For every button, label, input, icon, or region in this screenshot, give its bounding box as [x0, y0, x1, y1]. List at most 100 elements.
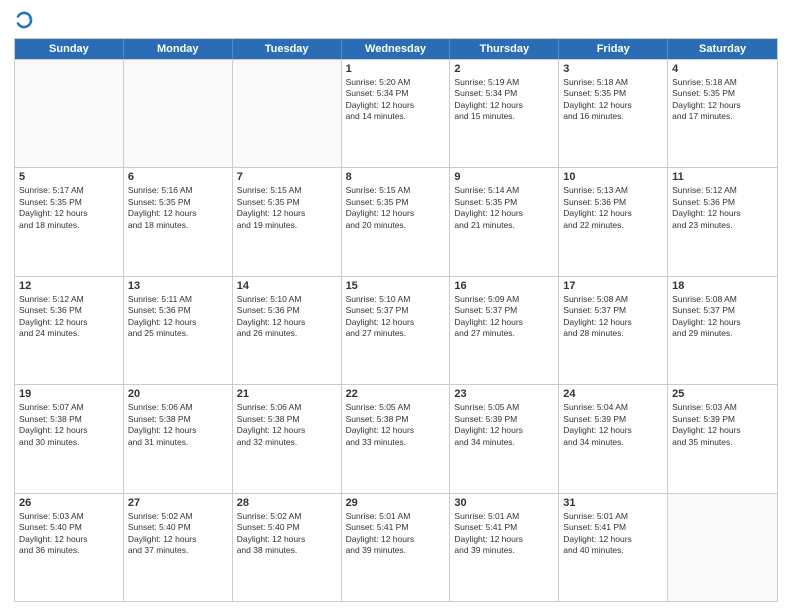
day-info: Sunrise: 5:13 AM Sunset: 5:36 PM Dayligh… — [563, 185, 663, 231]
calendar-day-13: 13Sunrise: 5:11 AM Sunset: 5:36 PM Dayli… — [124, 277, 233, 384]
calendar-body: 1Sunrise: 5:20 AM Sunset: 5:34 PM Daylig… — [15, 59, 777, 601]
calendar-day-2: 2 Sunrise: 5:19 AM Sunset: 5:34 PM Daylig… — [450, 60, 559, 167]
day-info: Sunrise: 5:02 AM Sunset: 5:40 PM Dayligh… — [237, 511, 337, 557]
day-number: 9 — [454, 171, 554, 183]
calendar-day-22: 22 Sunrise: 5:05 AM Sunset: 5:38 PM Dayli… — [342, 385, 451, 492]
day-info: Sunrise: 5:09 AM Sunset: 5:37 PM Dayligh… — [454, 294, 554, 340]
day-info: Sunrise: 5:01 AM Sunset: 5:41 PM Dayligh… — [454, 511, 554, 557]
day-number: 20 — [128, 388, 228, 400]
calendar-day-10: 10 Sunrise: 5:13 AM Sunset: 5:36 PM Dayli… — [559, 168, 668, 275]
calendar-day-7: 7 Sunrise: 5:15 AM Sunset: 5:35 PM Daylig… — [233, 168, 342, 275]
day-info: Sunrise: 5:16 AM Sunset: 5:35 PM Dayligh… — [128, 185, 228, 231]
calendar-day-4: 4 Sunrise: 5:18 AM Sunset: 5:35 PM Daylig… — [668, 60, 777, 167]
day-number: 27 — [128, 497, 228, 509]
day-info: Sunrise: 5:08 AM Sunset: 5:37 PM Dayligh… — [672, 294, 773, 340]
calendar-row-5: 26 Sunrise: 5:03 AM Sunset: 5:40 PM Dayli… — [15, 493, 777, 601]
calendar-day-15: 15 Sunrise: 5:10 AM Sunset: 5:37 PM Dayli… — [342, 277, 451, 384]
day-number: 24 — [563, 388, 663, 400]
day-info: Sunrise: 5:15 AM Sunset: 5:35 PM Dayligh… — [237, 185, 337, 231]
calendar-day-20: 20 Sunrise: 5:06 AM Sunset: 5:38 PM Dayli… — [124, 385, 233, 492]
day-number: 8 — [346, 171, 446, 183]
day-number: 11 — [672, 171, 773, 183]
calendar-row-3: 12 Sunrise: 5:12 AM Sunset: 5:36 PM Dayli… — [15, 276, 777, 384]
day-number: 6 — [128, 171, 228, 183]
weekday-header-monday: Monday — [124, 39, 233, 59]
weekday-header-wednesday: Wednesday — [342, 39, 451, 59]
calendar-header: SundayMondayTuesdayWednesdayThursdayFrid… — [15, 39, 777, 59]
calendar-day-1: 1Sunrise: 5:20 AM Sunset: 5:34 PM Daylig… — [342, 60, 451, 167]
day-info: Sunrise: 5:12 AM Sunset: 5:36 PM Dayligh… — [672, 185, 773, 231]
day-info: Sunrise: 5:12 AM Sunset: 5:36 PM Dayligh… — [19, 294, 119, 340]
calendar-day-17: 17Sunrise: 5:08 AM Sunset: 5:37 PM Dayli… — [559, 277, 668, 384]
day-info: Sunrise: 5:06 AM Sunset: 5:38 PM Dayligh… — [237, 402, 337, 448]
calendar-day-19: 19Sunrise: 5:07 AM Sunset: 5:38 PM Dayli… — [15, 385, 124, 492]
day-number: 26 — [19, 497, 119, 509]
weekday-header-sunday: Sunday — [15, 39, 124, 59]
day-info: Sunrise: 5:06 AM Sunset: 5:38 PM Dayligh… — [128, 402, 228, 448]
day-number: 12 — [19, 280, 119, 292]
day-info: Sunrise: 5:19 AM Sunset: 5:34 PM Dayligh… — [454, 77, 554, 123]
day-number: 31 — [563, 497, 663, 509]
day-number: 1 — [346, 63, 446, 75]
day-number: 15 — [346, 280, 446, 292]
calendar-day-26: 26 Sunrise: 5:03 AM Sunset: 5:40 PM Dayli… — [15, 494, 124, 601]
calendar-row-2: 5 Sunrise: 5:17 AM Sunset: 5:35 PM Daylig… — [15, 167, 777, 275]
day-number: 16 — [454, 280, 554, 292]
calendar: SundayMondayTuesdayWednesdayThursdayFrid… — [14, 38, 778, 602]
day-info: Sunrise: 5:08 AM Sunset: 5:37 PM Dayligh… — [563, 294, 663, 340]
day-info: Sunrise: 5:03 AM Sunset: 5:39 PM Dayligh… — [672, 402, 773, 448]
day-info: Sunrise: 5:03 AM Sunset: 5:40 PM Dayligh… — [19, 511, 119, 557]
day-number: 22 — [346, 388, 446, 400]
day-number: 28 — [237, 497, 337, 509]
day-info: Sunrise: 5:17 AM Sunset: 5:35 PM Dayligh… — [19, 185, 119, 231]
weekday-header-saturday: Saturday — [668, 39, 777, 59]
calendar-day-3: 3 Sunrise: 5:18 AM Sunset: 5:35 PM Daylig… — [559, 60, 668, 167]
calendar-day-14: 14Sunrise: 5:10 AM Sunset: 5:36 PM Dayli… — [233, 277, 342, 384]
calendar-day-25: 25Sunrise: 5:03 AM Sunset: 5:39 PM Dayli… — [668, 385, 777, 492]
day-info: Sunrise: 5:01 AM Sunset: 5:41 PM Dayligh… — [346, 511, 446, 557]
day-info: Sunrise: 5:18 AM Sunset: 5:35 PM Dayligh… — [563, 77, 663, 123]
day-info: Sunrise: 5:15 AM Sunset: 5:35 PM Dayligh… — [346, 185, 446, 231]
calendar-day-8: 8 Sunrise: 5:15 AM Sunset: 5:35 PM Daylig… — [342, 168, 451, 275]
day-info: Sunrise: 5:10 AM Sunset: 5:37 PM Dayligh… — [346, 294, 446, 340]
day-info: Sunrise: 5:07 AM Sunset: 5:38 PM Dayligh… — [19, 402, 119, 448]
day-number: 5 — [19, 171, 119, 183]
day-number: 10 — [563, 171, 663, 183]
calendar-day-24: 24 Sunrise: 5:04 AM Sunset: 5:39 PM Dayli… — [559, 385, 668, 492]
calendar-day-18: 18 Sunrise: 5:08 AM Sunset: 5:37 PM Dayli… — [668, 277, 777, 384]
day-info: Sunrise: 5:05 AM Sunset: 5:38 PM Dayligh… — [346, 402, 446, 448]
calendar-day-31: 31Sunrise: 5:01 AM Sunset: 5:41 PM Dayli… — [559, 494, 668, 601]
day-number: 18 — [672, 280, 773, 292]
calendar-day-11: 11 Sunrise: 5:12 AM Sunset: 5:36 PM Dayli… — [668, 168, 777, 275]
logo-icon — [14, 10, 34, 30]
day-info: Sunrise: 5:05 AM Sunset: 5:39 PM Dayligh… — [454, 402, 554, 448]
calendar-row-1: 1Sunrise: 5:20 AM Sunset: 5:34 PM Daylig… — [15, 59, 777, 167]
day-number: 21 — [237, 388, 337, 400]
day-info: Sunrise: 5:10 AM Sunset: 5:36 PM Dayligh… — [237, 294, 337, 340]
weekday-header-tuesday: Tuesday — [233, 39, 342, 59]
page: SundayMondayTuesdayWednesdayThursdayFrid… — [0, 0, 792, 612]
calendar-empty-cell — [668, 494, 777, 601]
calendar-empty-cell — [124, 60, 233, 167]
calendar-day-12: 12 Sunrise: 5:12 AM Sunset: 5:36 PM Dayli… — [15, 277, 124, 384]
calendar-day-30: 30Sunrise: 5:01 AM Sunset: 5:41 PM Dayli… — [450, 494, 559, 601]
day-number: 7 — [237, 171, 337, 183]
day-number: 3 — [563, 63, 663, 75]
day-info: Sunrise: 5:18 AM Sunset: 5:35 PM Dayligh… — [672, 77, 773, 123]
day-number: 2 — [454, 63, 554, 75]
day-info: Sunrise: 5:04 AM Sunset: 5:39 PM Dayligh… — [563, 402, 663, 448]
day-number: 13 — [128, 280, 228, 292]
calendar-day-27: 27Sunrise: 5:02 AM Sunset: 5:40 PM Dayli… — [124, 494, 233, 601]
day-number: 23 — [454, 388, 554, 400]
day-number: 29 — [346, 497, 446, 509]
calendar-day-23: 23 Sunrise: 5:05 AM Sunset: 5:39 PM Dayli… — [450, 385, 559, 492]
day-number: 4 — [672, 63, 773, 75]
calendar-day-16: 16 Sunrise: 5:09 AM Sunset: 5:37 PM Dayli… — [450, 277, 559, 384]
calendar-empty-cell — [15, 60, 124, 167]
day-info: Sunrise: 5:14 AM Sunset: 5:35 PM Dayligh… — [454, 185, 554, 231]
weekday-header-thursday: Thursday — [450, 39, 559, 59]
logo — [14, 10, 38, 30]
calendar-row-4: 19Sunrise: 5:07 AM Sunset: 5:38 PM Dayli… — [15, 384, 777, 492]
calendar-day-6: 6 Sunrise: 5:16 AM Sunset: 5:35 PM Daylig… — [124, 168, 233, 275]
calendar-empty-cell — [233, 60, 342, 167]
